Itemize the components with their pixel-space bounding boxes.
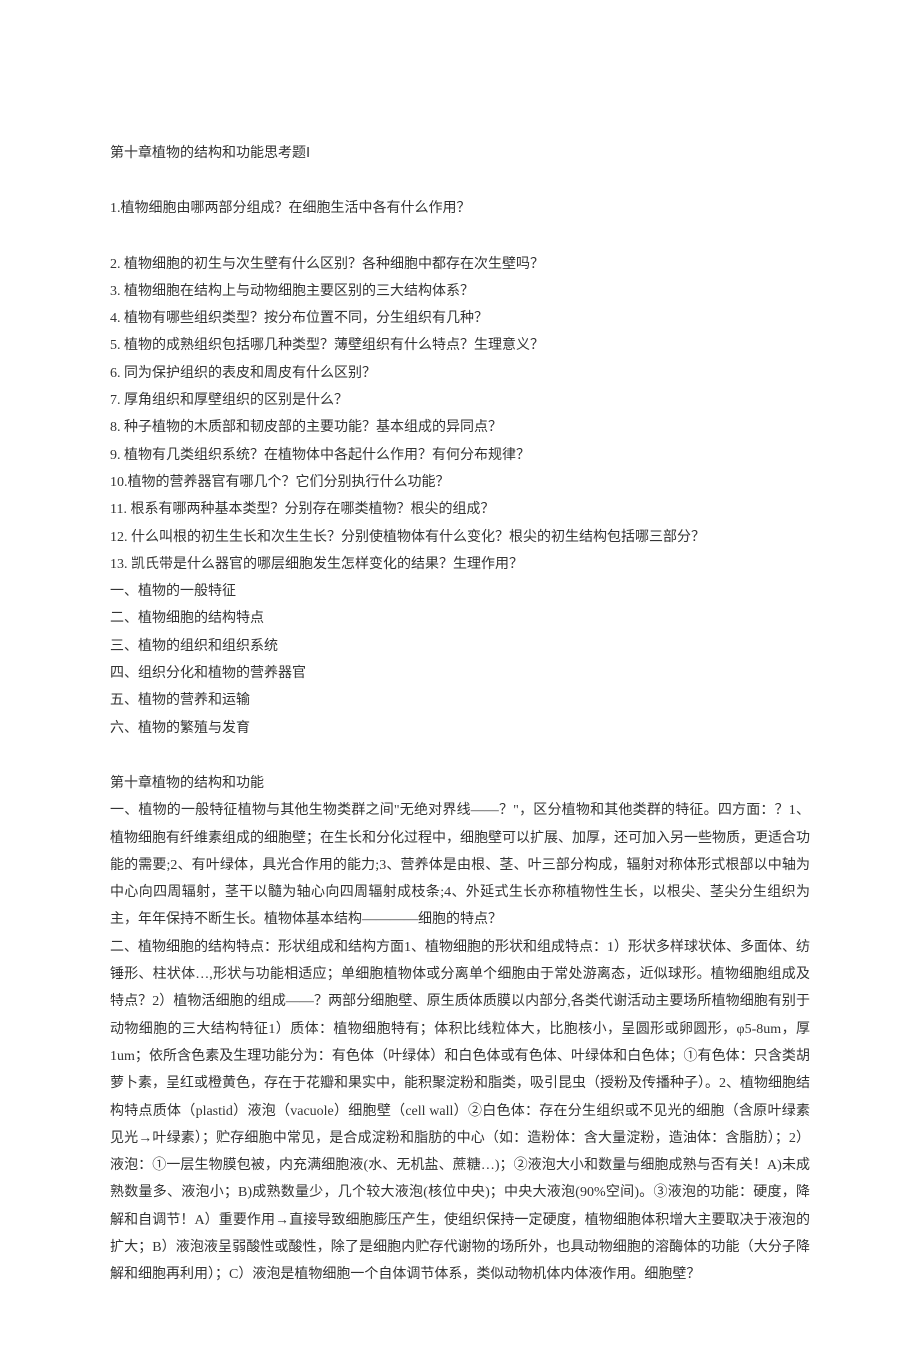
question-5: 5. 植物的成熟组织包括哪几种类型？薄壁组织有什么特点？生理意义？ [110,332,810,359]
outline-item-6: 六、植物的繁殖与发育 [110,715,810,742]
body-text-block: 一、植物的一般特征植物与其他生物类群之间"无绝对界线——？"，区分植物和其他类群… [110,797,810,1288]
question-7: 7. 厚角组织和厚壁组织的区别是什么？ [110,387,810,414]
paragraph-1: 一、植物的一般特征植物与其他生物类群之间"无绝对界线——？"，区分植物和其他类群… [110,797,810,933]
paragraph-2: 二、植物细胞的结构特点：形状组成和结构方面1、植物细胞的形状和组成特点：1）形状… [110,934,810,1289]
question-8: 8. 种子植物的木质部和韧皮部的主要功能？基本组成的异同点？ [110,414,810,441]
outline-item-3: 三、植物的组织和组织系统 [110,633,810,660]
outline-item-5: 五、植物的营养和运输 [110,687,810,714]
question-10: 10.植物的营养器官有哪几个？它们分别执行什么功能？ [110,469,810,496]
question-1: 1.植物细胞由哪两部分组成？在细胞生活中各有什么作用？ [110,195,810,222]
question-6: 6. 同为保护组织的表皮和周皮有什么区别？ [110,360,810,387]
question-9: 9. 植物有几类组织系统？在植物体中各起什么作用？有何分布规律？ [110,442,810,469]
question-3: 3. 植物细胞在结构上与动物细胞主要区别的三大结构体系？ [110,278,810,305]
question-2: 2. 植物细胞的初生与次生壁有什么区别？各种细胞中都存在次生壁吗？ [110,251,810,278]
question-4: 4. 植物有哪些组织类型？按分布位置不同，分生组织有几种？ [110,305,810,332]
question-13: 13. 凯氏带是什么器官的哪层细胞发生怎样变化的结果？生理作用？ [110,551,810,578]
outline-item-4: 四、组织分化和植物的营养器官 [110,660,810,687]
page-title: 第十章植物的结构和功能思考题Ⅰ [110,140,810,167]
question-11: 11. 根系有哪两种基本类型？分别存在哪类植物？根尖的组成？ [110,496,810,523]
question-12: 12. 什么叫根的初生生长和次生生长？分别使植物体有什么变化？根尖的初生结构包括… [110,524,810,551]
outline-item-2: 二、植物细胞的结构特点 [110,605,810,632]
section-title: 第十章植物的结构和功能 [110,770,810,797]
spacer [110,742,810,770]
outline-item-1: 一、植物的一般特征 [110,578,810,605]
